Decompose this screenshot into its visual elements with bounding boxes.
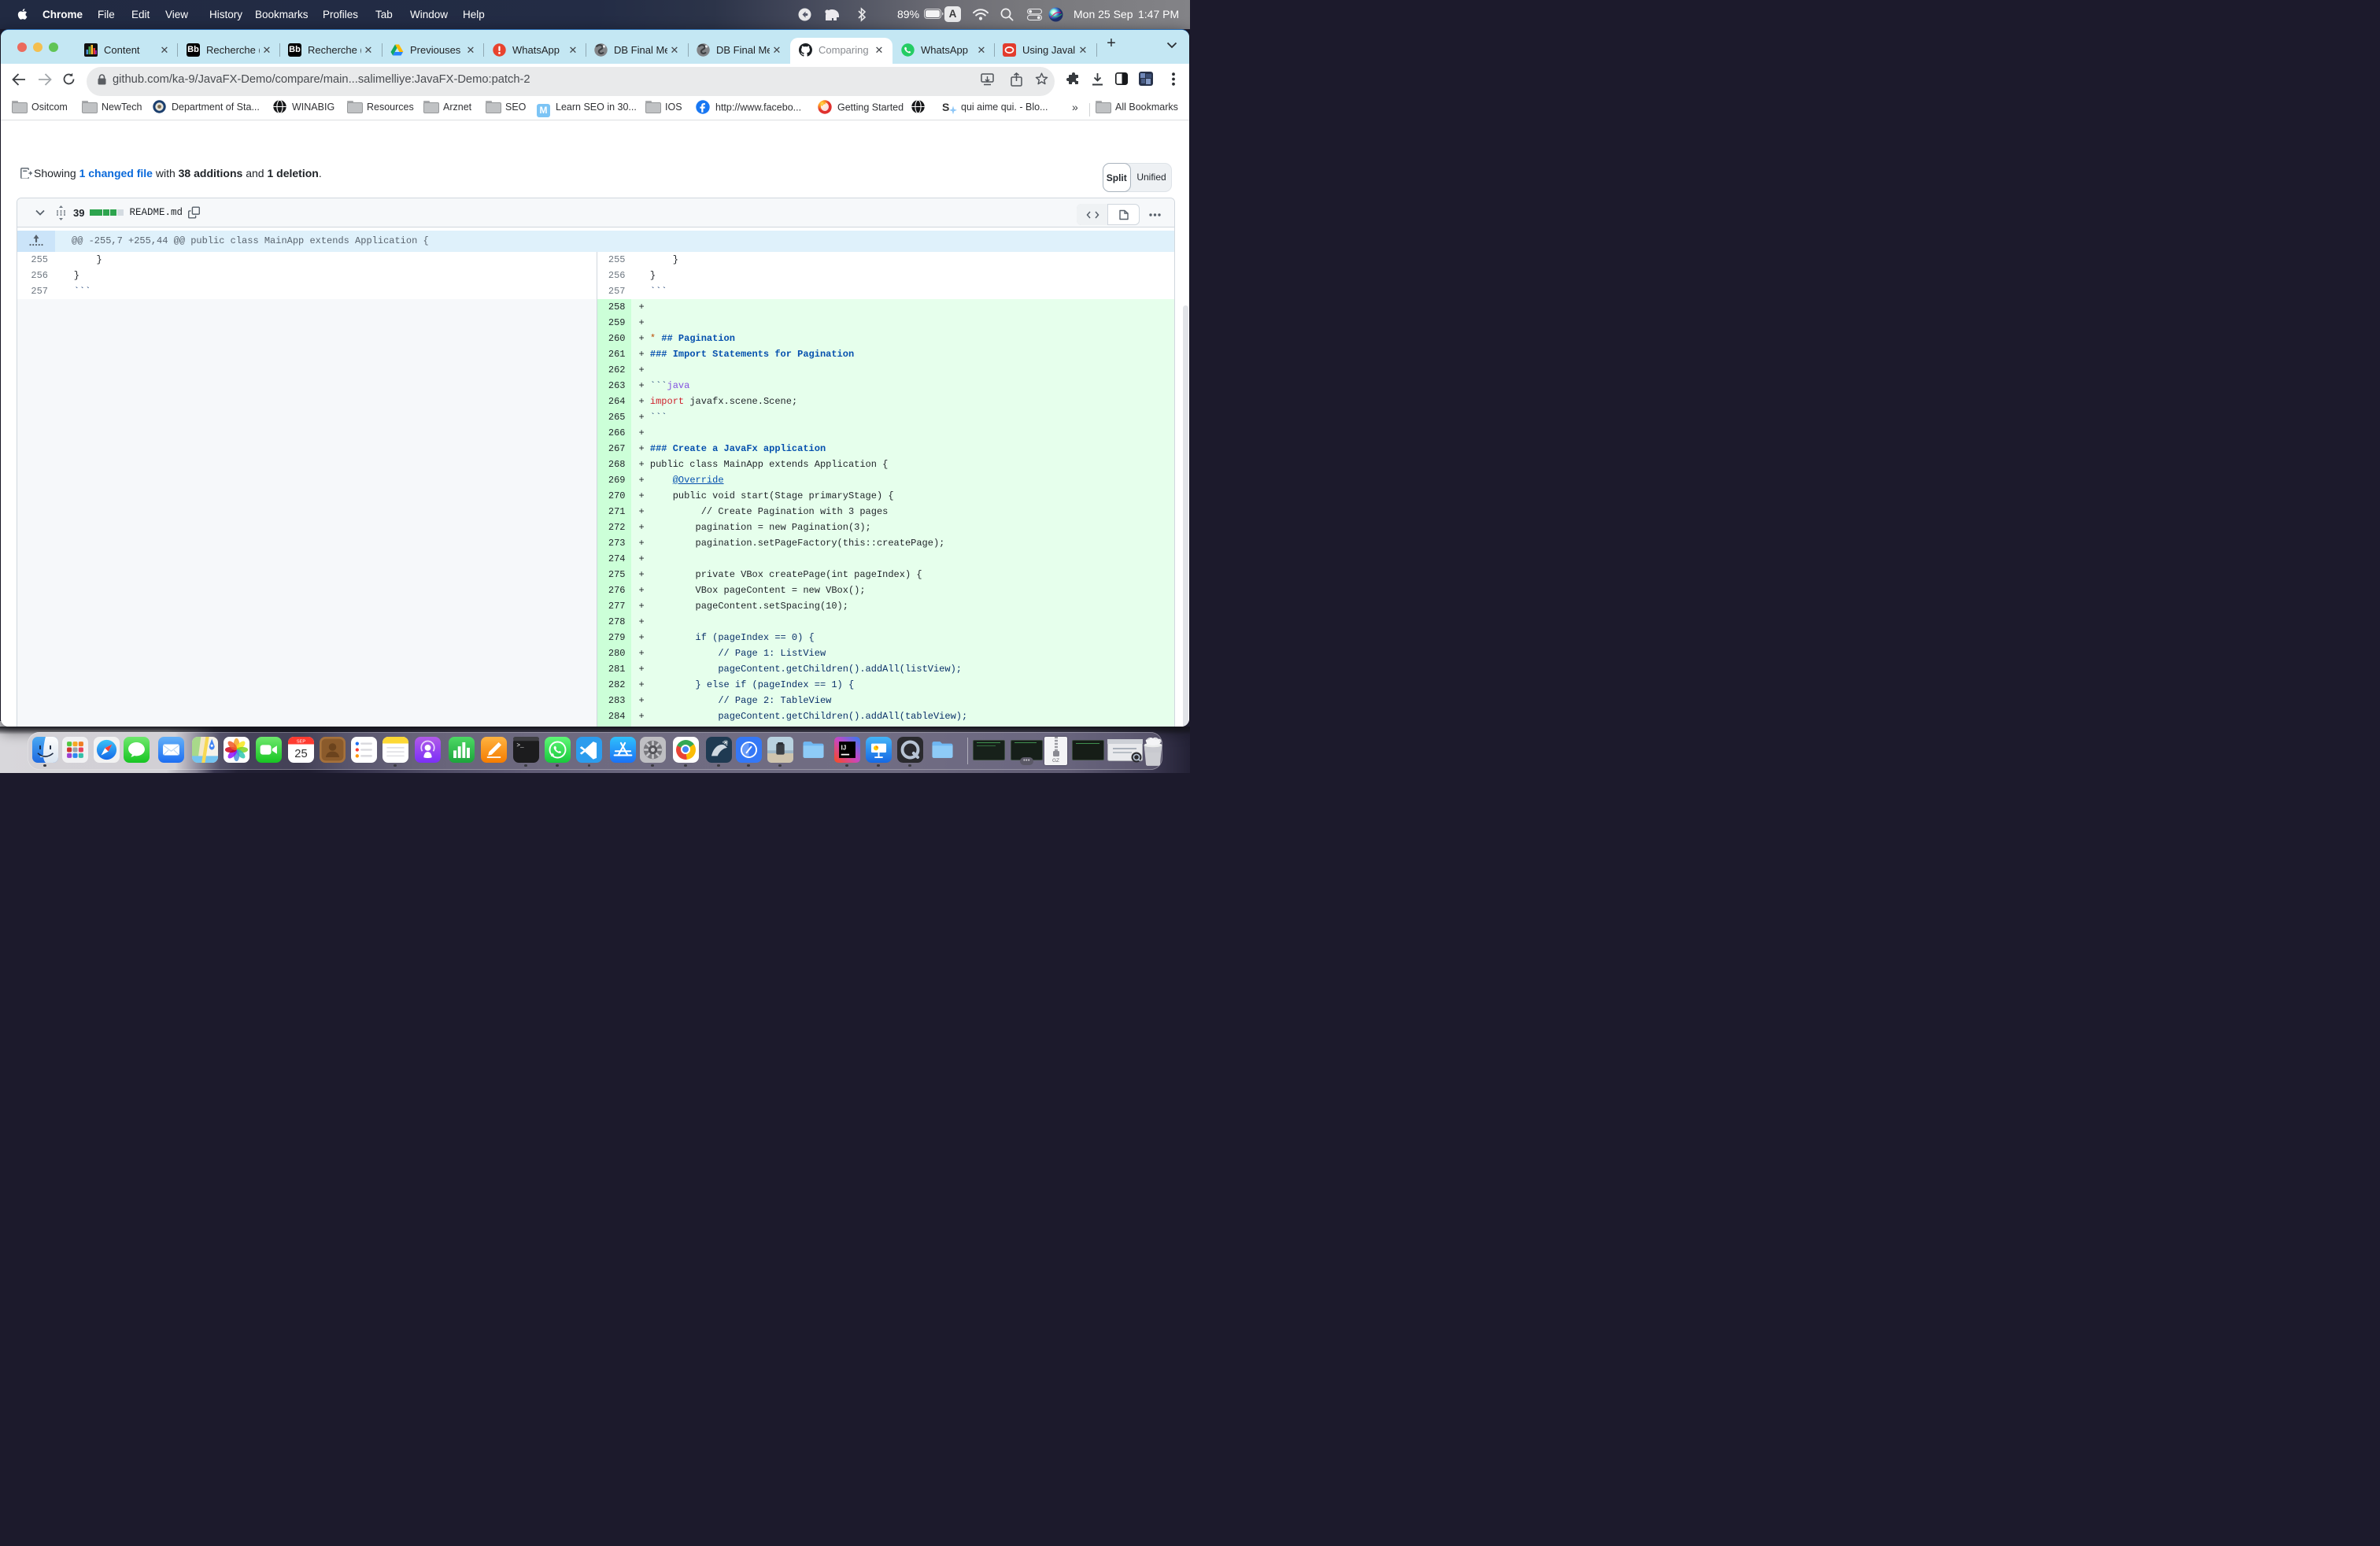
svg-text:IJ: IJ (841, 744, 846, 751)
svg-text:>_: >_ (516, 742, 524, 749)
svg-text:SEP: SEP (296, 739, 305, 744)
svg-text:25: 25 (294, 748, 307, 760)
